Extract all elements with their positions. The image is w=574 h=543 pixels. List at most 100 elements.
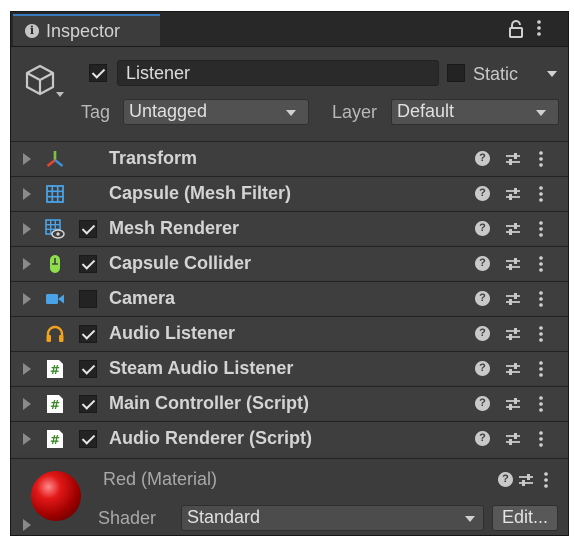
tag-label: Tag (81, 102, 111, 122)
component-row-mesh-renderer[interactable]: Mesh Renderer ? (11, 211, 568, 245)
help-icon[interactable]: ? (475, 221, 490, 236)
shader-value: Standard (187, 507, 261, 527)
component-label: Mesh Renderer (109, 218, 240, 238)
mesh-filter-icon (46, 185, 64, 203)
kebab-menu-icon[interactable] (544, 471, 548, 489)
enabled-checkbox[interactable] (79, 290, 97, 308)
static-label: Static (473, 64, 519, 84)
enabled-checkbox[interactable] (79, 325, 97, 343)
help-icon[interactable]: ? (475, 396, 490, 411)
component-row-mesh-filter[interactable]: Capsule (Mesh Filter) ? (11, 176, 568, 210)
material-name: Red (Material) (103, 469, 218, 489)
component-row-steam-audio-listener[interactable]: # Steam Audio Listener ? (11, 351, 568, 385)
tab-label: Inspector (46, 21, 121, 41)
svg-text:#: # (50, 398, 60, 412)
help-icon[interactable]: ? (475, 291, 490, 306)
foldout-arrow-icon[interactable] (23, 433, 31, 445)
layer-dropdown[interactable]: Default (391, 99, 559, 125)
foldout-arrow-icon[interactable] (23, 363, 31, 375)
lock-icon[interactable] (509, 20, 523, 38)
material-preview-sphere (31, 471, 81, 521)
component-row-audio-listener[interactable]: Audio Listener ? (11, 316, 568, 350)
name-field[interactable]: Listener (117, 60, 439, 86)
foldout-arrow-icon[interactable] (23, 398, 31, 410)
component-row-audio-renderer[interactable]: # Audio Renderer (Script) ? (11, 421, 568, 455)
chevron-down-icon (465, 516, 475, 522)
kebab-menu-icon[interactable] (539, 395, 543, 413)
camera-icon (46, 294, 64, 304)
kebab-menu-icon[interactable] (537, 19, 541, 37)
capsule-collider-icon (50, 255, 60, 273)
edit-shader-button[interactable]: Edit... (492, 505, 558, 531)
presets-icon[interactable] (505, 256, 521, 272)
enabled-checkbox[interactable] (79, 430, 97, 448)
kebab-menu-icon[interactable] (539, 325, 543, 343)
help-icon[interactable]: ? (475, 361, 490, 376)
help-icon[interactable]: ? (475, 256, 490, 271)
component-label: Steam Audio Listener (109, 358, 294, 378)
component-label: Capsule (Mesh Filter) (109, 183, 292, 203)
shader-dropdown[interactable]: Standard (181, 505, 484, 531)
svg-text:#: # (50, 363, 60, 377)
presets-icon[interactable] (505, 221, 521, 237)
component-row-main-controller[interactable]: # Main Controller (Script) ? (11, 386, 568, 420)
component-label: Audio Listener (109, 323, 236, 343)
material-section: Red (Material) ? Shader Standard Edit... (11, 458, 568, 535)
presets-icon[interactable] (505, 361, 521, 377)
enabled-checkbox[interactable] (79, 360, 97, 378)
kebab-menu-icon[interactable] (539, 255, 543, 273)
svg-text:#: # (50, 433, 60, 447)
enabled-checkbox[interactable] (79, 395, 97, 413)
foldout-arrow-icon[interactable] (23, 153, 31, 165)
kebab-menu-icon[interactable] (539, 290, 543, 308)
tag-value: Untagged (129, 101, 208, 121)
active-checkbox[interactable] (89, 64, 107, 82)
help-icon[interactable]: ? (475, 186, 490, 201)
help-icon[interactable]: ? (475, 431, 490, 446)
foldout-arrow-icon[interactable] (23, 188, 31, 200)
kebab-menu-icon[interactable] (539, 220, 543, 238)
help-icon[interactable]: ? (475, 326, 490, 341)
component-row-transform[interactable]: Transform ? (11, 141, 568, 175)
presets-icon[interactable] (505, 291, 521, 307)
component-label: Capsule Collider (109, 253, 252, 273)
presets-icon[interactable] (505, 151, 521, 167)
tag-dropdown[interactable]: Untagged (123, 99, 309, 125)
layer-label: Layer (332, 102, 378, 122)
foldout-arrow-icon[interactable] (23, 519, 31, 531)
component-label: Transform (109, 148, 198, 168)
static-dropdown-arrow-icon[interactable] (547, 71, 557, 77)
component-label: Main Controller (Script) (109, 393, 310, 413)
component-row-camera[interactable]: Camera ? (11, 281, 568, 315)
kebab-menu-icon[interactable] (539, 185, 543, 203)
help-icon[interactable]: ? (498, 472, 513, 487)
static-checkbox[interactable] (447, 64, 465, 82)
kebab-menu-icon[interactable] (539, 430, 543, 448)
component-label: Audio Renderer (Script) (109, 428, 313, 448)
script-icon: # (47, 430, 63, 448)
layer-value: Default (397, 101, 455, 121)
foldout-arrow-icon[interactable] (23, 223, 31, 235)
enabled-checkbox[interactable] (79, 255, 97, 273)
kebab-menu-icon[interactable] (539, 360, 543, 378)
transform-icon (46, 151, 64, 168)
presets-icon[interactable] (505, 431, 521, 447)
component-label: Camera (109, 288, 176, 308)
foldout-arrow-icon[interactable] (23, 258, 31, 270)
mesh-renderer-icon (45, 219, 65, 239)
presets-icon[interactable] (518, 472, 534, 488)
foldout-arrow-icon[interactable] (23, 293, 31, 305)
gameobject-cube-icon[interactable] (23, 63, 57, 97)
enabled-checkbox[interactable] (79, 220, 97, 238)
component-row-capsule-collider[interactable]: Capsule Collider ? (11, 246, 568, 280)
help-icon[interactable]: ? (475, 151, 490, 166)
presets-icon[interactable] (505, 396, 521, 412)
presets-icon[interactable] (505, 186, 521, 202)
kebab-menu-icon[interactable] (539, 150, 543, 168)
chevron-down-icon (536, 110, 546, 116)
icon-dropdown-arrow-icon[interactable] (56, 92, 64, 97)
inspector-window: i Inspector Listener Static Tag Untagged… (10, 11, 569, 536)
headphones-icon (46, 325, 64, 342)
presets-icon[interactable] (505, 326, 521, 342)
tab-inspector[interactable]: i Inspector (13, 14, 160, 46)
